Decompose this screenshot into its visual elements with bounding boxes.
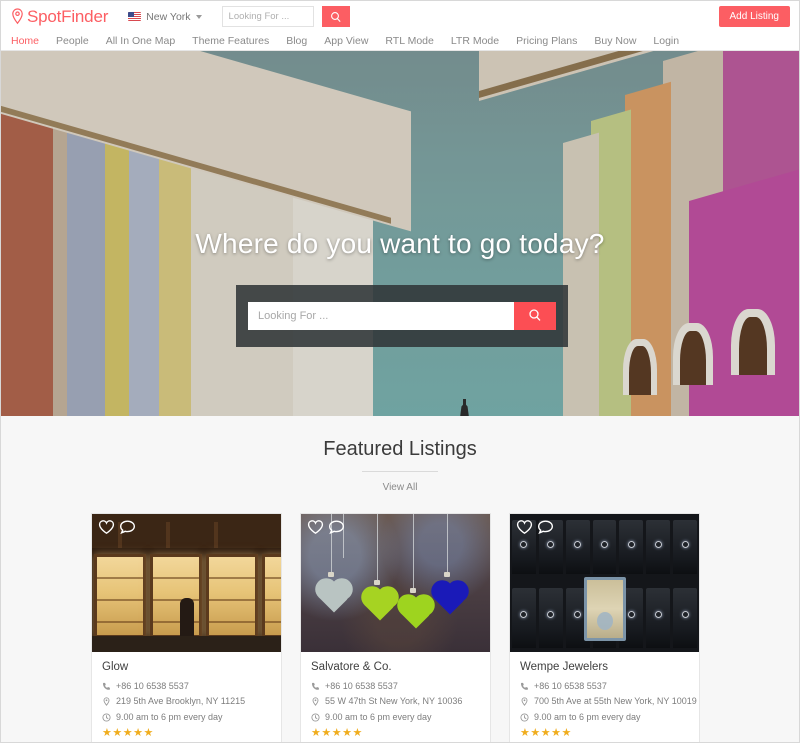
listing-name: Salvatore & Co. xyxy=(311,661,392,673)
listing-card[interactable]: Salvatore & Co. +86 10 6538 5537 55 W 47… xyxy=(300,513,491,742)
listing-hours-row: 9.00 am to 6 pm every day xyxy=(520,712,689,723)
clock-icon xyxy=(102,713,111,722)
listing-details: Wempe Jewelers +86 10 6538 5537 700 5th … xyxy=(510,652,699,742)
map-pin-icon xyxy=(311,697,320,707)
map-pin-icon xyxy=(102,697,111,707)
map-pin-icon xyxy=(11,8,24,25)
us-flag-icon xyxy=(128,12,142,21)
nav-item-ltr-mode[interactable]: LTR Mode xyxy=(451,36,499,47)
listing-address: 700 5th Ave at 55th New York, NY 10019 xyxy=(534,696,697,707)
nav-item-app-view[interactable]: App View xyxy=(324,36,368,47)
nav-item-buy-now[interactable]: Buy Now xyxy=(594,36,636,47)
listing-hours-row: 9.00 am to 6 pm every day xyxy=(311,712,480,723)
city-selector[interactable]: New York xyxy=(128,10,202,23)
listing-phone: +86 10 6538 5537 xyxy=(534,680,607,691)
listing-phone: +86 10 6538 5537 xyxy=(325,680,398,691)
top-bar: SpotFinder New York Looking For ... Add … xyxy=(1,1,799,32)
listing-phone-row: +86 10 6538 5537 xyxy=(102,681,271,692)
listing-address-row: 55 W 47th St New York, NY 10036 xyxy=(311,696,480,707)
map-pin-icon xyxy=(520,697,529,707)
listing-image-actions xyxy=(516,519,554,535)
nav-item-theme-features[interactable]: Theme Features xyxy=(192,36,269,47)
clock-icon xyxy=(311,713,320,722)
listing-phone: +86 10 6538 5537 xyxy=(116,680,189,691)
phone-icon xyxy=(311,682,320,691)
listing-hours: 9.00 am to 6 pm every day xyxy=(325,712,432,723)
view-all-link[interactable]: View All xyxy=(1,482,799,493)
listing-details: Glow +86 10 6538 5537 219 5th Ave Brookl… xyxy=(92,652,281,742)
phone-icon xyxy=(102,682,111,691)
listing-address-row: 700 5th Ave at 55th New York, NY 10019 xyxy=(520,696,697,707)
clock-icon xyxy=(520,713,529,722)
listing-name: Glow xyxy=(102,661,129,673)
listing-details: Salvatore & Co. +86 10 6538 5537 55 W 47… xyxy=(301,652,490,742)
listing-name: Wempe Jewelers xyxy=(520,661,608,673)
nav-item-blog[interactable]: Blog xyxy=(286,36,307,47)
listing-phone-row: +86 10 6538 5537 xyxy=(520,681,689,692)
add-listing-button[interactable]: Add Listing xyxy=(718,6,790,27)
nav-item-rtl-mode[interactable]: RTL Mode xyxy=(385,36,433,47)
speech-bubble-icon[interactable] xyxy=(537,519,554,535)
listing-rating-stars: ★★★★★ xyxy=(311,727,363,740)
search-icon xyxy=(528,308,542,325)
listing-address: 55 W 47th St New York, NY 10036 xyxy=(325,696,463,707)
section-title: Featured Listings xyxy=(323,438,477,460)
listing-phone-row: +86 10 6538 5537 xyxy=(311,681,480,692)
listing-rating-stars: ★★★★★ xyxy=(102,727,154,740)
nav-item-pricing-plans[interactable]: Pricing Plans xyxy=(516,36,577,47)
listing-image xyxy=(92,514,281,652)
listing-hours: 9.00 am to 6 pm every day xyxy=(116,712,223,723)
listing-address-row: 219 5th Ave Brooklyn, NY 11215 xyxy=(102,696,271,707)
nav-item-people[interactable]: People xyxy=(56,36,89,47)
city-selector-label: New York xyxy=(146,10,191,23)
search-icon xyxy=(330,11,342,23)
listing-rating-stars: ★★★★★ xyxy=(520,727,572,740)
phone-icon xyxy=(520,682,529,691)
nav-item-home[interactable]: Home xyxy=(11,36,39,47)
header-search xyxy=(221,6,350,27)
nav-item-all-in-one-map[interactable]: All In One Map xyxy=(106,36,175,47)
main-navigation: Home People All In One Map Theme Feature… xyxy=(1,32,799,51)
hero-title: Where do you want to go today? xyxy=(195,228,605,259)
listing-image-actions xyxy=(98,519,136,535)
search-button[interactable] xyxy=(321,6,350,27)
listing-address: 219 5th Ave Brooklyn, NY 11215 xyxy=(116,696,246,707)
logo-text: SpotFinder xyxy=(27,6,109,26)
hero-banner: Where do you want to go today? xyxy=(1,51,799,416)
featured-listings-section: Featured Listings View All Glow +86 10 6… xyxy=(1,416,799,742)
listing-hours: 9.00 am to 6 pm every day xyxy=(534,712,641,723)
nav-item-login[interactable]: Login xyxy=(653,36,679,47)
hero-search-input[interactable] xyxy=(248,302,514,330)
heart-icon[interactable] xyxy=(307,519,324,535)
listing-image-actions xyxy=(307,519,345,535)
chevron-down-icon xyxy=(195,15,202,19)
listing-card[interactable]: Glow +86 10 6538 5537 219 5th Ave Brookl… xyxy=(91,513,282,742)
title-divider xyxy=(362,471,438,472)
heart-icon[interactable] xyxy=(516,519,533,535)
listing-card[interactable]: Wempe Jewelers +86 10 6538 5537 700 5th … xyxy=(509,513,700,742)
site-logo[interactable]: SpotFinder xyxy=(11,7,108,27)
listing-image xyxy=(301,514,490,652)
hero-search-button[interactable] xyxy=(514,302,556,330)
search-input[interactable] xyxy=(221,6,314,27)
listing-card-grid: Glow +86 10 6538 5537 219 5th Ave Brookl… xyxy=(1,493,799,742)
speech-bubble-icon[interactable] xyxy=(119,519,136,535)
listing-image xyxy=(510,514,699,652)
hero-search-box xyxy=(236,285,568,347)
speech-bubble-icon[interactable] xyxy=(328,519,345,535)
page-root: SpotFinder New York Looking For ... Add … xyxy=(0,0,800,743)
listing-hours-row: 9.00 am to 6 pm every day xyxy=(102,712,271,723)
heart-icon[interactable] xyxy=(98,519,115,535)
